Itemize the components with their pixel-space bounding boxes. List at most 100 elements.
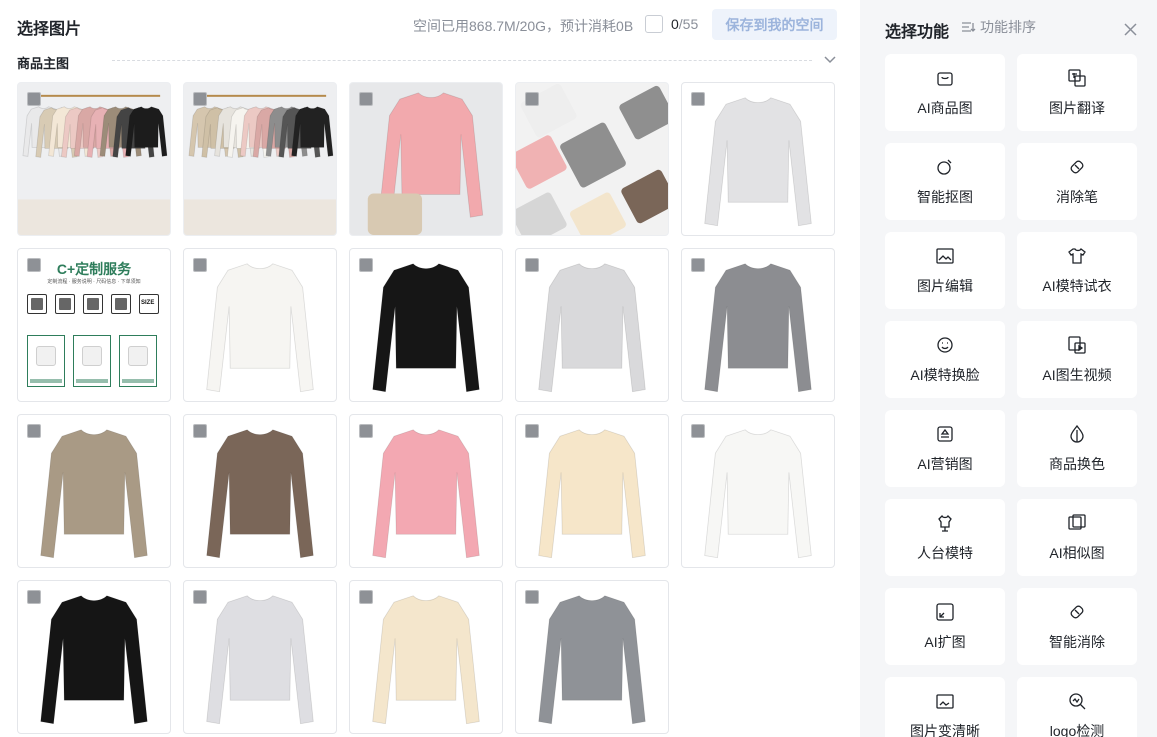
image-checkbox[interactable] bbox=[193, 92, 207, 106]
photo-floor bbox=[184, 199, 336, 235]
image-checkbox[interactable] bbox=[691, 424, 705, 438]
select-all-checkbox[interactable] bbox=[645, 15, 663, 33]
function-card[interactable]: AI相似图 bbox=[1017, 499, 1137, 576]
product-image bbox=[206, 595, 314, 725]
shirt-graphic bbox=[372, 429, 480, 559]
image-card[interactable] bbox=[681, 414, 835, 568]
function-card[interactable]: AI扩图 bbox=[885, 588, 1005, 665]
storage-usage-text: 空间已用868.7M/20G，预计消耗0B bbox=[413, 18, 634, 34]
function-label: AI商品图 bbox=[917, 100, 973, 116]
image-card[interactable] bbox=[349, 248, 503, 402]
image-card[interactable] bbox=[681, 248, 835, 402]
image-card[interactable] bbox=[681, 82, 835, 236]
image-checkbox[interactable] bbox=[359, 258, 373, 272]
shirt-graphic bbox=[40, 429, 148, 559]
shirt-graphic bbox=[538, 429, 646, 559]
image-checkbox[interactable] bbox=[193, 258, 207, 272]
image-card[interactable] bbox=[349, 414, 503, 568]
cutout-icon bbox=[937, 159, 952, 175]
image-card[interactable] bbox=[515, 580, 669, 734]
logo-detect-icon bbox=[1069, 693, 1086, 710]
image-checkbox[interactable] bbox=[193, 590, 207, 604]
function-card[interactable]: 消除笔 bbox=[1017, 143, 1137, 220]
function-grid: AI商品图 图片翻译智能抠图 消除笔图片编辑 AI模特试衣 AI模特换脸 AI图生视频 AI… bbox=[885, 54, 1137, 737]
image-checkbox[interactable] bbox=[193, 424, 207, 438]
image-edit-icon bbox=[936, 248, 954, 264]
total-count: /55 bbox=[678, 16, 699, 32]
image-checkbox[interactable] bbox=[27, 590, 41, 604]
page-title: 选择图片 bbox=[17, 21, 82, 38]
image-card[interactable] bbox=[17, 414, 171, 568]
bag-icon bbox=[937, 72, 953, 86]
shirt-graphic bbox=[206, 429, 314, 559]
image-card[interactable] bbox=[183, 580, 337, 734]
step-panel bbox=[73, 335, 111, 387]
image-grid: C+定制服务 定制流程 · 服务说明 · 尺码信息 · 下单须知 SIZE bbox=[17, 82, 835, 734]
shirt-graphic bbox=[538, 595, 646, 725]
image-card[interactable] bbox=[183, 82, 337, 236]
image-card[interactable] bbox=[183, 248, 337, 402]
function-card[interactable]: 商品换色 bbox=[1017, 410, 1137, 487]
photo-floor bbox=[18, 199, 170, 235]
function-label: AI模特试衣 bbox=[1042, 278, 1112, 294]
save-to-space-button[interactable]: 保存到我的空间 bbox=[712, 9, 837, 40]
function-card[interactable]: AI商品图 bbox=[885, 54, 1005, 131]
image-card[interactable] bbox=[515, 248, 669, 402]
function-card[interactable]: 图片编辑 bbox=[885, 232, 1005, 309]
image-card[interactable] bbox=[17, 82, 171, 236]
function-card[interactable]: 智能消除 bbox=[1017, 588, 1137, 665]
function-card[interactable]: 图片翻译 bbox=[1017, 54, 1137, 131]
image-checkbox[interactable] bbox=[525, 590, 539, 604]
image-checkbox[interactable] bbox=[691, 258, 705, 272]
function-label: 人台模特 bbox=[917, 545, 973, 561]
image-card[interactable] bbox=[515, 82, 669, 236]
image-card[interactable] bbox=[349, 580, 503, 734]
image-checkbox[interactable] bbox=[359, 424, 373, 438]
shirt-graphic bbox=[704, 263, 812, 393]
function-card[interactable]: AI图生视频 bbox=[1017, 321, 1137, 398]
function-label: 图片翻译 bbox=[1049, 100, 1105, 116]
hanging-rail bbox=[27, 94, 161, 97]
sort-icon bbox=[962, 22, 976, 32]
image-card[interactable] bbox=[183, 414, 337, 568]
function-label: AI图生视频 bbox=[1042, 367, 1112, 383]
sort-label: 功能排序 bbox=[980, 19, 1036, 35]
image-checkbox[interactable] bbox=[525, 258, 539, 272]
function-card[interactable]: AI营销图 bbox=[885, 410, 1005, 487]
image-card[interactable] bbox=[349, 82, 503, 236]
close-icon[interactable] bbox=[1123, 22, 1138, 37]
function-label: 图片变清晰 bbox=[910, 723, 980, 737]
mannequin-icon bbox=[938, 514, 952, 532]
function-card[interactable]: 人台模特 bbox=[885, 499, 1005, 576]
image-checkbox[interactable] bbox=[27, 424, 41, 438]
image-checkbox[interactable] bbox=[525, 92, 539, 106]
image-card[interactable] bbox=[515, 414, 669, 568]
product-image bbox=[704, 263, 812, 393]
function-card[interactable]: AI模特换脸 bbox=[885, 321, 1005, 398]
image-card[interactable] bbox=[17, 580, 171, 734]
image-card[interactable]: C+定制服务 定制流程 · 服务说明 · 尺码信息 · 下单须知 SIZE bbox=[17, 248, 171, 402]
function-label: 消除笔 bbox=[1056, 189, 1098, 205]
function-card[interactable]: logo检测 bbox=[1017, 677, 1137, 737]
image-checkbox[interactable] bbox=[27, 258, 41, 272]
section-divider bbox=[112, 60, 812, 61]
product-image bbox=[350, 83, 502, 235]
image-checkbox[interactable] bbox=[359, 590, 373, 604]
function-card[interactable]: 图片变清晰 bbox=[885, 677, 1005, 737]
product-image bbox=[184, 83, 336, 235]
image-checkbox[interactable] bbox=[359, 92, 373, 106]
image-checkbox[interactable] bbox=[525, 424, 539, 438]
info-card-steps bbox=[27, 335, 157, 387]
sort-functions-button[interactable]: 功能排序 bbox=[960, 17, 1036, 37]
shirt-graphic bbox=[372, 263, 480, 393]
video-icon bbox=[1068, 336, 1086, 354]
function-card[interactable]: AI模特试衣 bbox=[1017, 232, 1137, 309]
chevron-down-icon[interactable] bbox=[823, 54, 837, 66]
function-card[interactable]: 智能抠图 bbox=[885, 143, 1005, 220]
function-label: AI相似图 bbox=[1049, 545, 1105, 561]
shirt-graphic bbox=[372, 595, 480, 725]
image-checkbox[interactable] bbox=[691, 92, 705, 106]
product-image bbox=[40, 429, 148, 559]
image-checkbox[interactable] bbox=[27, 92, 41, 106]
info-card-icons: SIZE bbox=[27, 294, 159, 314]
